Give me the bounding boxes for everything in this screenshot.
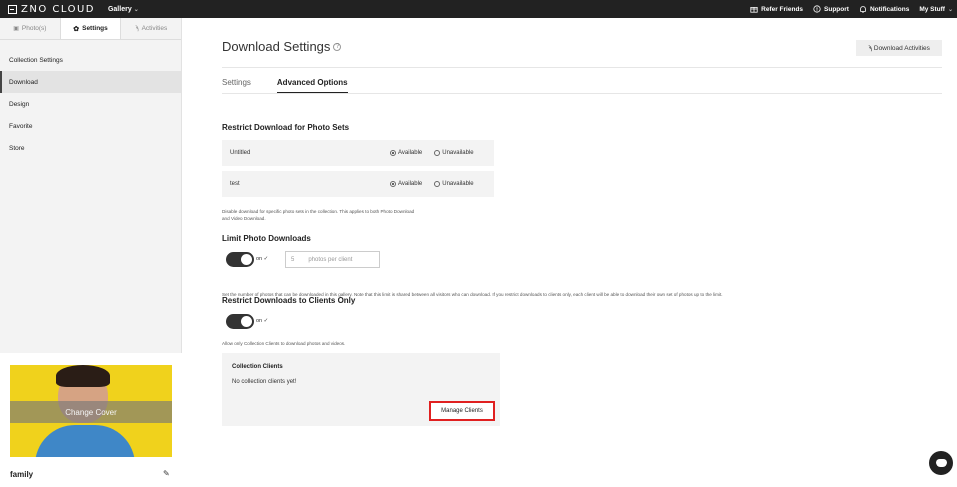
photos-per-client-input[interactable]: 5 photos per client bbox=[285, 251, 380, 268]
image-icon: ▣ bbox=[13, 26, 19, 32]
radio-selected-icon bbox=[390, 150, 396, 156]
refer-friends-label: Refer Friends bbox=[761, 5, 804, 13]
logo-text: ZNO CLOUD bbox=[21, 3, 95, 15]
clients-only-toggle[interactable] bbox=[226, 314, 254, 329]
sidebar-item-design[interactable]: Design bbox=[0, 93, 181, 115]
tab-settings-label: Settings bbox=[82, 25, 108, 32]
gift-icon bbox=[750, 7, 758, 13]
edit-pencil-icon[interactable]: ✎ bbox=[163, 469, 170, 478]
my-stuff-label: My Stuff bbox=[919, 5, 945, 13]
clients-toggle-label: on bbox=[256, 318, 263, 324]
tab-activities[interactable]: ϡ Activities bbox=[121, 18, 181, 39]
tab-advanced-options[interactable]: Advanced Options bbox=[276, 78, 348, 93]
top-navigation-bar: ZNO CLOUD Gallery ⌄ Refer Friends Suppor… bbox=[0, 0, 957, 18]
photos-per-client-placeholder: photos per client bbox=[308, 256, 353, 263]
activity-icon: ϡ bbox=[135, 25, 139, 32]
gallery-menu-label: Gallery bbox=[107, 5, 132, 13]
photo-set-name: test bbox=[230, 181, 240, 187]
photo-set-name: Untitled bbox=[230, 150, 251, 156]
cover-panel: Change Cover family ✎ bbox=[0, 353, 182, 487]
check-icon: ✓ bbox=[263, 318, 269, 324]
limit-toggle-state: on ✓ bbox=[256, 256, 268, 262]
limit-downloads-toggle[interactable] bbox=[226, 252, 254, 267]
change-cover-button[interactable]: Change Cover bbox=[10, 401, 172, 423]
gear-icon: ✿ bbox=[73, 25, 80, 33]
cover-photo-shirt bbox=[35, 425, 135, 457]
restrict-sets-note: Disable download for specific photo sets… bbox=[222, 208, 414, 222]
chat-icon bbox=[935, 459, 947, 467]
sidebar-item-collection-settings[interactable]: Collection Settings bbox=[0, 49, 181, 71]
download-activities-label: Download Activities bbox=[873, 44, 930, 52]
toggle-knob bbox=[241, 254, 252, 265]
radio-empty-icon bbox=[434, 181, 441, 187]
cover-photo-hair bbox=[56, 365, 110, 387]
unavailable-radio[interactable]: Unavailable bbox=[434, 150, 474, 156]
chat-support-button[interactable] bbox=[929, 451, 953, 475]
available-label: Available bbox=[398, 181, 423, 187]
sidebar-item-download[interactable]: Download bbox=[0, 71, 181, 93]
zno-cloud-logo[interactable]: ZNO CLOUD bbox=[8, 4, 95, 15]
notifications-label: Notifications bbox=[869, 5, 910, 13]
collection-clients-panel: Collection Clients No collection clients… bbox=[222, 353, 500, 426]
clients-only-title: Restrict Downloads to Clients Only bbox=[222, 296, 356, 305]
chevron-down-icon: ⌄ bbox=[947, 6, 953, 13]
notifications-link[interactable]: Notifications bbox=[859, 5, 909, 13]
download-activities-button[interactable]: ϡ Download Activities bbox=[856, 40, 942, 56]
gallery-menu[interactable]: Gallery ⌄ bbox=[108, 6, 139, 13]
page-title: Download Settings ? bbox=[222, 39, 342, 54]
collection-clients-title: Collection Clients bbox=[232, 364, 283, 370]
restrict-sets-title: Restrict Download for Photo Sets bbox=[222, 123, 350, 132]
sidebar-item-store[interactable]: Store bbox=[0, 137, 181, 159]
divider bbox=[222, 93, 942, 94]
limit-toggle-label: on bbox=[256, 256, 263, 262]
collection-name: family bbox=[10, 470, 34, 479]
sidebar: ▣ Photo(s) ✿ Settings ϡ Activities Colle… bbox=[0, 18, 182, 487]
unavailable-label: Unavailable bbox=[442, 150, 474, 156]
restrict-sets-note-line2: and Video Download. bbox=[222, 216, 266, 221]
activity-icon: ϡ bbox=[868, 44, 872, 52]
sidebar-tabs: ▣ Photo(s) ✿ Settings ϡ Activities bbox=[0, 18, 181, 40]
toggle-knob bbox=[241, 316, 252, 327]
restrict-sets-note-line1: Disable download for specific photo sets… bbox=[222, 209, 415, 214]
tab-settings-sub[interactable]: Settings bbox=[222, 78, 251, 93]
my-stuff-menu[interactable]: My Stuff ⌄ bbox=[919, 6, 953, 13]
unavailable-label: Unavailable bbox=[442, 181, 474, 187]
unavailable-radio[interactable]: Unavailable bbox=[434, 181, 474, 187]
check-icon: ✓ bbox=[263, 256, 269, 262]
refer-friends-link[interactable]: Refer Friends bbox=[750, 5, 803, 13]
tab-photos-label: Photo(s) bbox=[21, 25, 47, 32]
clients-only-note: Allow only Collection Clients to downloa… bbox=[222, 341, 346, 346]
tab-activities-label: Activities bbox=[141, 25, 168, 32]
photo-set-row: test Available Unavailable bbox=[222, 171, 494, 197]
clients-toggle-state: on ✓ bbox=[256, 318, 268, 324]
divider bbox=[222, 67, 942, 68]
support-label: Support bbox=[824, 5, 849, 13]
photos-per-client-value: 5 bbox=[291, 256, 295, 263]
available-radio[interactable]: Available bbox=[390, 181, 422, 187]
radio-empty-icon bbox=[434, 150, 441, 156]
page-title-text: Download Settings bbox=[222, 39, 331, 54]
download-tabs: Settings Advanced Options bbox=[222, 78, 348, 93]
logo-mark-icon bbox=[8, 4, 17, 14]
help-icon[interactable]: ? bbox=[333, 42, 342, 51]
main-content: Download Settings ? ϡ Download Activitie… bbox=[183, 18, 957, 487]
manage-clients-button[interactable]: Manage Clients bbox=[429, 401, 495, 421]
info-circle-icon bbox=[813, 5, 821, 13]
radio-selected-icon bbox=[390, 181, 396, 187]
limit-downloads-title: Limit Photo Downloads bbox=[222, 234, 311, 243]
available-label: Available bbox=[398, 150, 423, 156]
tab-settings[interactable]: ✿ Settings bbox=[59, 18, 122, 39]
tab-photos[interactable]: ▣ Photo(s) bbox=[0, 18, 60, 39]
sidebar-item-favorite[interactable]: Favorite bbox=[0, 115, 181, 137]
no-clients-message: No collection clients yet! bbox=[232, 379, 297, 385]
support-link[interactable]: Support bbox=[813, 5, 849, 13]
photo-set-row: Untitled Available Unavailable bbox=[222, 140, 494, 166]
available-radio[interactable]: Available bbox=[390, 150, 422, 156]
chevron-down-icon: ⌄ bbox=[133, 6, 139, 13]
cover-image: Change Cover bbox=[10, 365, 172, 457]
settings-nav: Collection Settings Download Design Favo… bbox=[0, 49, 181, 159]
bell-icon bbox=[860, 6, 866, 13]
